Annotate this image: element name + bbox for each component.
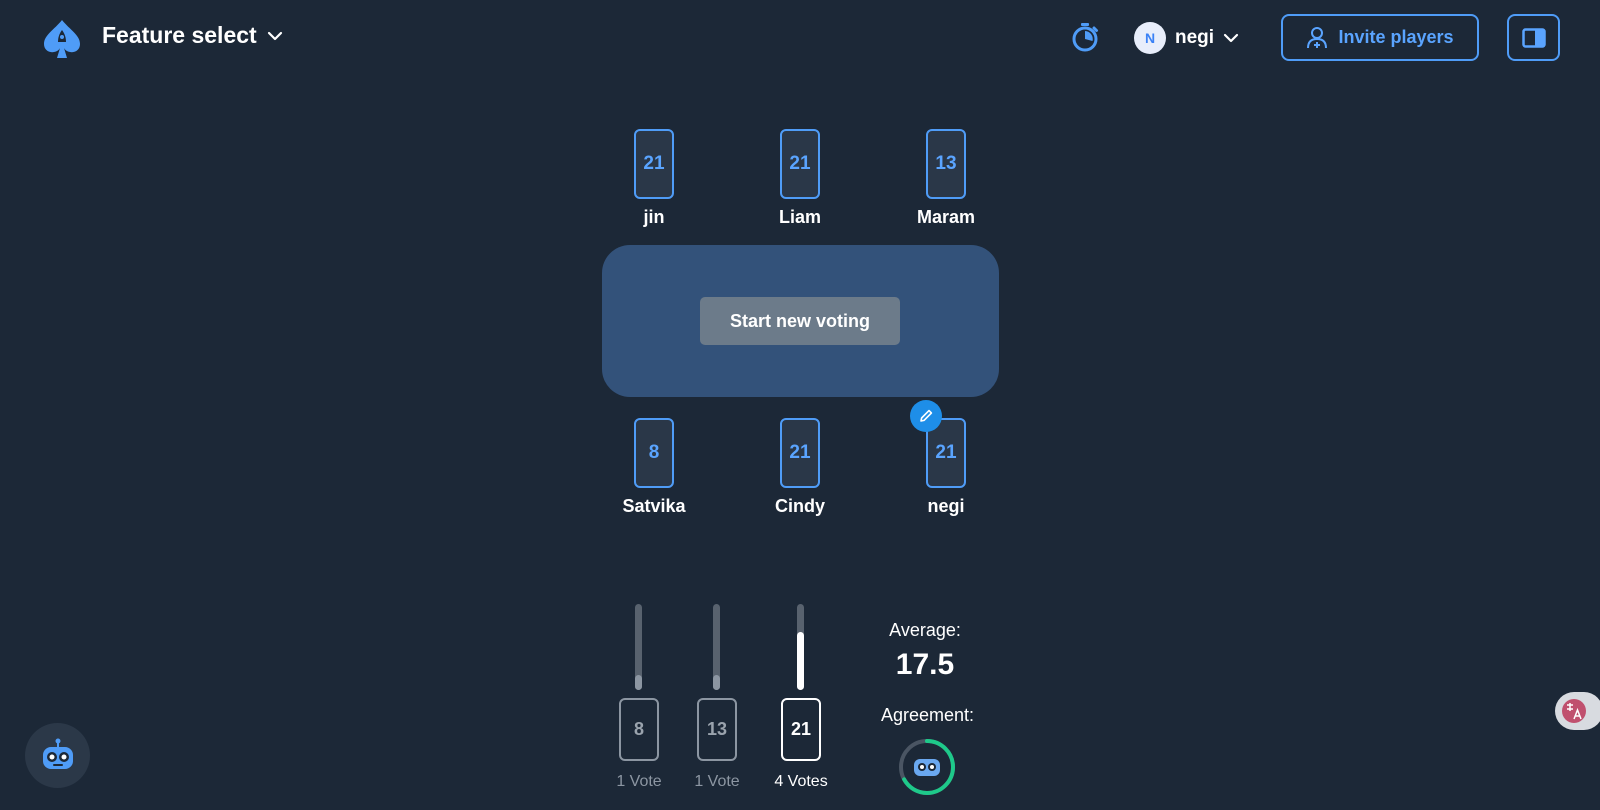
robot-assistant-icon [42,738,73,769]
player-name: Cindy [774,496,825,516]
player-card: 21 [634,129,674,199]
avatar: N [1134,22,1166,54]
stopwatch-icon [1072,23,1098,52]
average-label: Average: [889,620,961,640]
vote-bar-track [713,604,720,690]
chevron-down-icon [1223,33,1239,43]
translate-icon [1562,699,1586,723]
vote-bar [635,604,642,690]
robot-face-icon [914,759,940,776]
user-menu[interactable]: N negi [1134,22,1239,54]
player-card: 21 [780,129,820,199]
invite-players-label: Invite players [1338,27,1454,47]
player-card: 8 [634,418,674,488]
vote-bar-fill [635,675,642,690]
player-card: 13 [926,129,966,199]
start-new-voting-button[interactable]: Start new voting [700,297,900,345]
player-card: 21 [780,418,820,488]
player-name: Maram [916,207,976,227]
vote-count: 4 Votes [774,773,828,790]
result-card: 8 [619,698,659,761]
invite-players-button[interactable]: Invite players [1281,14,1479,61]
vote-bar-fill [713,675,720,690]
vote-bar-fill [797,632,804,690]
edit-name-button[interactable] [910,400,942,432]
agreement-label: Agreement: [880,705,975,725]
agreement-ring [896,736,958,798]
vote-bar-track [797,604,804,690]
vote-bar-track [635,604,642,690]
result-card: 13 [697,698,737,761]
pencil-icon [920,409,933,422]
game-title-dropdown[interactable]: Feature select [102,22,283,49]
chevron-down-icon [267,31,282,40]
spade-rocket-logo-icon [44,20,80,58]
vote-count: 1 Vote [616,773,662,790]
robot-assistant-button[interactable] [25,723,90,788]
player-name: Satvika [622,496,686,516]
average-value: 17.5 [895,648,955,681]
vote-count: 1 Vote [694,773,740,790]
result-card: 21 [781,698,821,761]
add-user-icon [1307,26,1328,48]
player-name: jin [643,207,665,227]
player-name: Liam [778,207,821,227]
sidebar-toggle-button[interactable] [1507,14,1560,61]
app-logo[interactable] [40,18,84,60]
player-name: negi [927,496,965,516]
translate-button[interactable] [1555,692,1600,730]
vote-bar [797,604,804,690]
timer-button[interactable] [1070,22,1100,52]
game-title: Feature select [102,22,257,48]
vote-bar [713,604,720,690]
user-name: negi [1175,27,1215,48]
sidebar-toggle-icon [1521,27,1546,48]
